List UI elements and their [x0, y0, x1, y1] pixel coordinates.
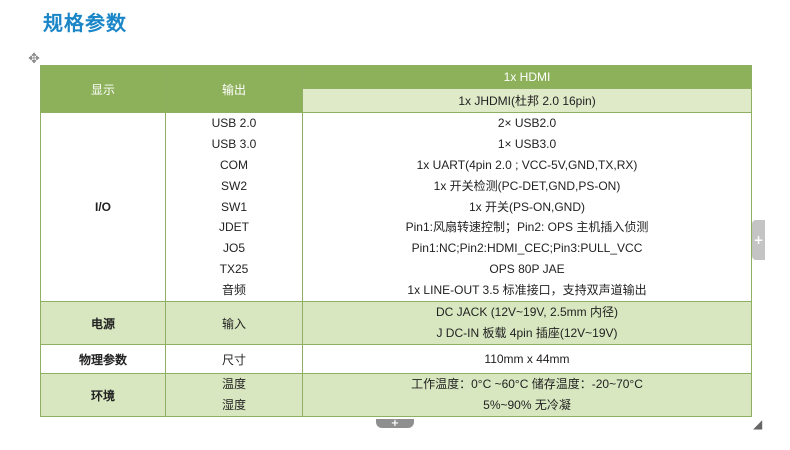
display-sub-label: 输出 — [165, 65, 303, 113]
add-row-button[interactable]: + — [376, 418, 414, 429]
power-value: J DC-IN 板载 4pin 插座(12V~19V) — [436, 326, 618, 340]
io-value: Pin1:风扇转速控制；Pin2: OPS 主机插入侦测 — [405, 220, 649, 235]
spec-table: 显示 输出 1x HDMI 1x JHDMI(杜邦 2.0 16pin) I/O… — [40, 65, 752, 417]
io-value: 1x LINE-OUT 3.5 标准接口，支持双声道输出 — [407, 282, 647, 297]
physical-sub-label: 尺寸 — [165, 344, 303, 374]
io-value: 1x UART(4pin 2.0 ; VCC-5V,GND,TX,RX) — [416, 158, 638, 172]
io-name: COM — [220, 158, 248, 172]
io-name: JO5 — [222, 241, 245, 256]
plus-icon: + — [753, 233, 764, 247]
io-value: 1x 开关检测(PC-DET,GND,PS-ON) — [433, 178, 621, 193]
io-name: JDET — [219, 220, 249, 235]
environment-name: 温度 — [221, 377, 246, 392]
table-resize-handle-icon[interactable]: ◢ — [753, 418, 765, 430]
add-column-button[interactable]: + — [752, 220, 765, 260]
environment-name: 湿度 — [221, 398, 246, 412]
physical-value: 110mm x 44mm — [302, 344, 752, 374]
io-name: TX25 — [219, 261, 249, 276]
io-name: USB 3.0 — [211, 137, 257, 152]
table-row: 环境 温度 湿度 工作温度：0°C ~60°C 储存温度：-20~70°C 5%… — [40, 373, 752, 417]
display-value-1: 1x HDMI — [302, 65, 752, 89]
environment-value: 工作温度：0°C ~60°C 储存温度：-20~70°C — [411, 377, 643, 392]
table-row: 电源 输入 DC JACK (12V~19V, 2.5mm 内径) J DC-I… — [40, 301, 752, 345]
io-name: USB 2.0 — [211, 116, 257, 131]
table-row: 显示 输出 1x HDMI — [40, 65, 752, 113]
table-row: 物理参数 尺寸 110mm x 44mm — [40, 344, 752, 374]
io-values: 2× USB2.0 1× USB3.0 1x UART(4pin 2.0 ; V… — [302, 112, 752, 302]
io-names: USB 2.0 USB 3.0 COM SW2 SW1 JDET JO5 TX2… — [165, 112, 303, 302]
io-value: Pin1:NC;Pin2:HDMI_CEC;Pin3:PULL_VCC — [411, 241, 643, 256]
io-value: 2× USB2.0 — [497, 116, 557, 131]
io-label: I/O — [40, 112, 166, 302]
io-name: 音频 — [221, 282, 246, 297]
physical-label: 物理参数 — [40, 344, 166, 374]
power-sub-label: 输入 — [165, 301, 303, 345]
environment-value: 5%~90% 无冷凝 — [483, 398, 571, 412]
environment-names: 温度 湿度 — [165, 373, 303, 417]
power-values: DC JACK (12V~19V, 2.5mm 内径) J DC-IN 板载 4… — [302, 301, 752, 345]
power-label: 电源 — [40, 301, 166, 345]
io-name: SW2 — [220, 178, 247, 193]
environment-label: 环境 — [40, 373, 166, 417]
plus-icon: + — [390, 418, 400, 429]
io-value: 1× USB3.0 — [497, 137, 557, 152]
io-value: OPS 80P JAE — [489, 261, 565, 276]
io-name: SW1 — [220, 199, 247, 214]
power-value: DC JACK (12V~19V, 2.5mm 内径) — [436, 305, 618, 320]
page-title: 规格参数 — [43, 11, 127, 35]
table-row: I/O USB 2.0 USB 3.0 COM SW2 SW1 JDET JO5… — [40, 112, 752, 302]
display-value-2: 1x JHDMI(杜邦 2.0 16pin) — [302, 87, 752, 114]
io-value: 1x 开关(PS-ON,GND) — [468, 199, 585, 214]
display-label: 显示 — [40, 65, 166, 113]
environment-values: 工作温度：0°C ~60°C 储存温度：-20~70°C 5%~90% 无冷凝 — [302, 373, 752, 417]
